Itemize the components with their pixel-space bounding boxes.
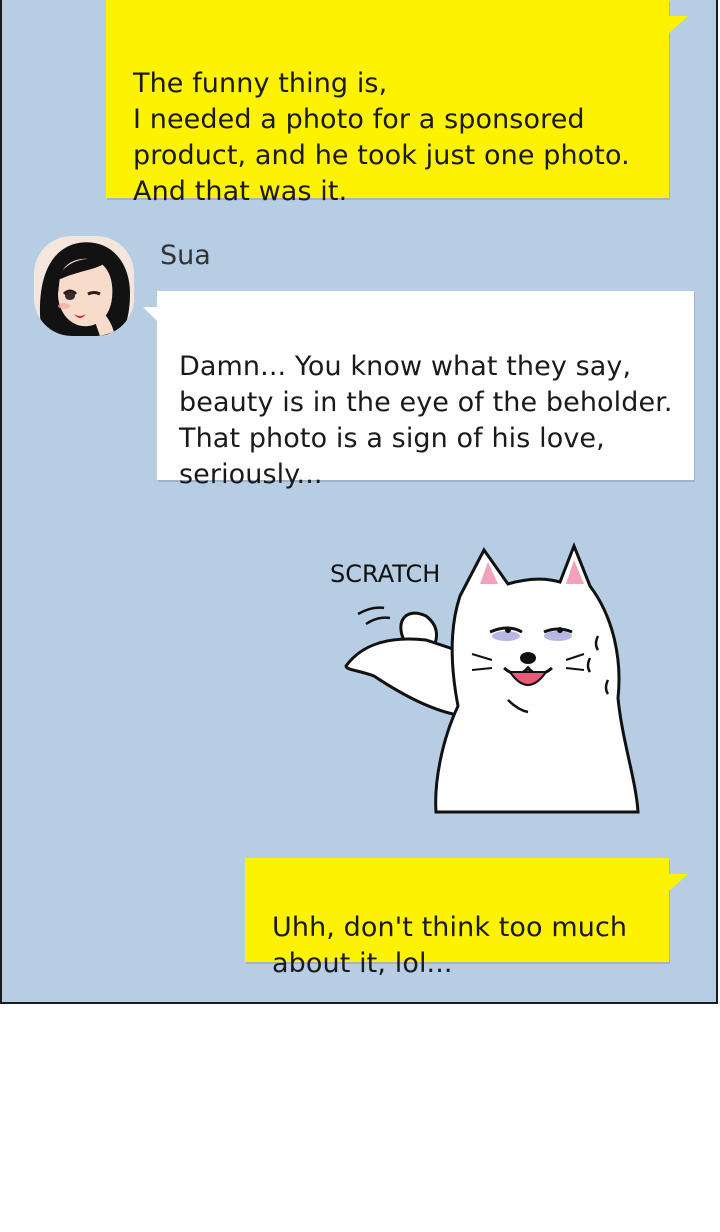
chat-panel: The funny thing is, I needed a photo for… [0,0,718,1004]
cat-scratching-head-sticker[interactable]: SCRATCH [322,540,652,825]
message-text: The funny thing is, I needed a photo for… [133,68,630,207]
message-text: Damn... You know what they say, beauty i… [179,351,673,490]
sound-effect-text: SCRATCH [330,560,440,588]
my-message-bubble: Uhh, don't think too much about it, lol.… [245,858,669,979]
avatar[interactable] [34,236,134,336]
bubble-tail [666,874,688,894]
bubble-tail [666,16,688,36]
avatar-portrait-icon [34,236,134,336]
sender-name: Sua [160,240,211,271]
my-message-bubble: The funny thing is, I needed a photo for… [106,0,669,207]
message-text: Uhh, don't think too much about it, lol.… [272,912,628,979]
their-message-bubble: Damn... You know what they say, beauty i… [157,291,694,490]
cat-sticker-icon: SCRATCH [330,541,640,814]
